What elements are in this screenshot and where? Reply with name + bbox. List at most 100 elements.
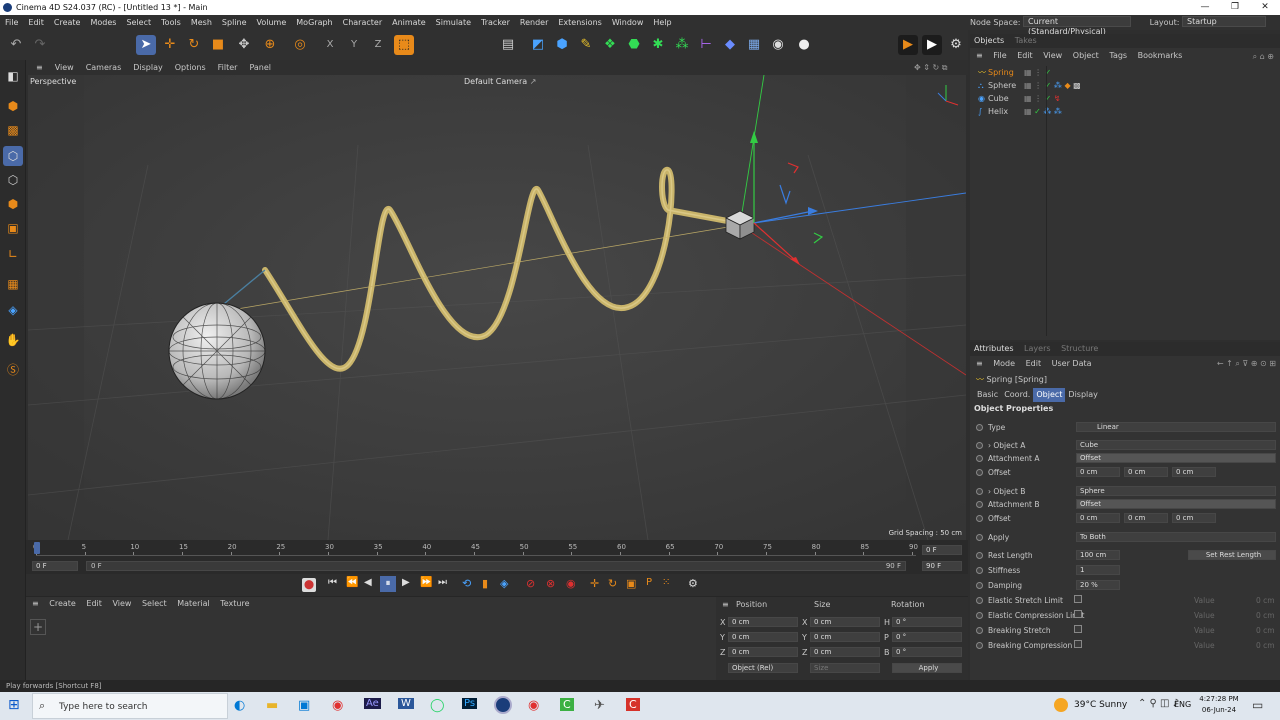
menu-character[interactable]: Character bbox=[338, 15, 388, 30]
anim-dot-icon[interactable] bbox=[976, 501, 983, 508]
file-explorer-icon[interactable]: ▬ bbox=[266, 698, 278, 713]
floor-icon[interactable]: ▦ bbox=[744, 35, 764, 55]
light-icon[interactable]: ● bbox=[794, 35, 814, 55]
menu-select[interactable]: Select bbox=[121, 15, 156, 30]
viewport-menu-filter[interactable]: Filter bbox=[212, 60, 244, 75]
subtab-basic[interactable]: Basic bbox=[974, 388, 1001, 402]
keyframe-selection-icon[interactable]: ⊗ bbox=[546, 577, 555, 590]
whatsapp-icon[interactable]: ◯ bbox=[430, 698, 445, 713]
object-row-cube[interactable]: ◉ Cube ▦ ⋮ ✓ ↯ bbox=[974, 92, 1276, 105]
texture-mode-icon[interactable]: ▩ bbox=[3, 120, 23, 140]
offset-b-x-field[interactable]: 0 cm bbox=[1076, 513, 1120, 523]
anim-dot-icon[interactable] bbox=[976, 455, 983, 462]
key-param-icon[interactable]: P bbox=[646, 577, 652, 588]
attributes-nav-icons[interactable]: ← ↑ ⌕ ⊽ ⊕ ⊙ ⊞ bbox=[1217, 356, 1276, 372]
range-slider[interactable]: 0 F 90 F bbox=[86, 561, 906, 571]
menu-render[interactable]: Render bbox=[515, 15, 553, 30]
pen-tool-icon[interactable]: ✎ bbox=[576, 35, 596, 55]
next-key-icon[interactable]: ⏩ bbox=[420, 577, 432, 588]
visibility-icon[interactable]: ▦ ⋮ ✓ ⁂ ◆ ▩ bbox=[1024, 79, 1081, 92]
menu-help[interactable]: Help bbox=[648, 15, 676, 30]
coord-apply-button[interactable]: Apply bbox=[892, 663, 962, 673]
tab-attributes[interactable]: Attributes bbox=[974, 344, 1014, 353]
object-a-link-field[interactable]: Cube bbox=[1076, 440, 1276, 450]
offset-a-z-field[interactable]: 0 cm bbox=[1172, 467, 1216, 477]
app-icon[interactable]: ✈ bbox=[594, 698, 605, 713]
elastic-compression-limit-checkbox[interactable] bbox=[1074, 610, 1082, 618]
anim-dot-icon[interactable] bbox=[976, 552, 983, 559]
menu-tracker[interactable]: Tracker bbox=[476, 15, 515, 30]
render-settings-icon[interactable]: ⚙ bbox=[946, 35, 966, 55]
subdivision-surface-icon[interactable]: ❖ bbox=[600, 35, 620, 55]
visibility-icon[interactable]: ▦ ⋮ ✓ ↯ bbox=[1024, 92, 1061, 105]
size-x-field[interactable]: 0 cm bbox=[810, 617, 880, 627]
anim-dot-icon[interactable] bbox=[976, 612, 983, 619]
cinema4d-taskbar-icon[interactable] bbox=[494, 696, 512, 714]
tab-layers[interactable]: Layers bbox=[1024, 344, 1050, 353]
coord-mode-dropdown[interactable]: Object (Rel) bbox=[728, 663, 798, 673]
loop-icon[interactable]: ⟲ bbox=[462, 577, 471, 590]
anim-dot-icon[interactable] bbox=[976, 534, 983, 541]
extrude-icon[interactable]: ⬣ bbox=[624, 35, 644, 55]
move-tool-icon[interactable]: ✛ bbox=[160, 35, 180, 55]
timeline-ruler[interactable]: 051015202530354045505560657075808590 bbox=[33, 543, 918, 556]
key-rotation-icon[interactable]: ↻ bbox=[608, 577, 617, 590]
material-hamburger-icon[interactable]: ≡ bbox=[32, 599, 39, 608]
objects-menu-edit[interactable]: Edit bbox=[1017, 51, 1033, 60]
recorder-icon[interactable]: C bbox=[626, 698, 640, 711]
end-frame-field[interactable]: 90 F bbox=[922, 561, 962, 571]
timeline-playhead[interactable] bbox=[34, 542, 40, 554]
spline-pen-icon[interactable]: ◩ bbox=[528, 35, 548, 55]
objects-menu-object[interactable]: Object bbox=[1073, 51, 1099, 60]
motion-system-icon[interactable]: ◈ bbox=[500, 577, 508, 590]
subtab-display[interactable]: Display bbox=[1065, 388, 1101, 402]
objects-menu-bookmarks[interactable]: Bookmarks bbox=[1138, 51, 1183, 60]
viewport-menu-view[interactable]: View bbox=[49, 60, 80, 75]
x-axis-lock-icon[interactable]: X bbox=[320, 35, 340, 55]
notifications-icon[interactable]: ▭ bbox=[1252, 698, 1263, 712]
menu-volume[interactable]: Volume bbox=[252, 15, 292, 30]
coord-hamburger-icon[interactable]: ≡ bbox=[722, 600, 729, 609]
sphere-object[interactable] bbox=[168, 302, 266, 400]
tray-icons[interactable]: ⌃ ⚲ ◫ ♪ bbox=[1138, 698, 1179, 709]
timeline-settings-icon[interactable]: ⚙ bbox=[688, 577, 698, 590]
objects-menu-tags[interactable]: Tags bbox=[1109, 51, 1127, 60]
object-row-sphere[interactable]: ⛬ Sphere ▦ ⋮ ✓ ⁂ ◆ ▩ bbox=[974, 79, 1276, 92]
layout-dropdown[interactable]: Startup bbox=[1182, 16, 1266, 27]
node-space-dropdown[interactable]: Current (Standard/Physical) bbox=[1023, 16, 1132, 36]
menu-modes[interactable]: Modes bbox=[85, 15, 121, 30]
uv-mode-icon[interactable]: ▣ bbox=[3, 218, 23, 238]
visibility-icon[interactable]: ▦ ✓ ⁂ ⁂ bbox=[1024, 105, 1062, 118]
attributes-hamburger-icon[interactable]: ≡ bbox=[976, 359, 983, 368]
scale-tool-icon[interactable]: ■ bbox=[208, 35, 228, 55]
anim-dot-icon[interactable] bbox=[976, 469, 983, 476]
polygons-mode-icon[interactable]: ⬢ bbox=[3, 194, 23, 214]
start-frame-field[interactable]: 0 F bbox=[32, 561, 78, 571]
field-icon[interactable]: ◆ bbox=[720, 35, 740, 55]
tab-structure[interactable]: Structure bbox=[1061, 344, 1098, 353]
material-menu-view[interactable]: View bbox=[112, 599, 131, 608]
spline-icon[interactable]: Ⓢ bbox=[3, 360, 23, 380]
camtasia-icon[interactable]: C bbox=[560, 698, 574, 711]
prev-key-icon[interactable]: ⏪ bbox=[346, 577, 358, 588]
attributes-menu-edit[interactable]: Edit bbox=[1026, 359, 1042, 368]
rotate-tool-icon[interactable]: ↻ bbox=[184, 35, 204, 55]
menu-tools[interactable]: Tools bbox=[156, 15, 186, 30]
model-mode-icon[interactable]: ⬢ bbox=[3, 96, 23, 116]
size-mode-dropdown[interactable]: Size bbox=[810, 663, 880, 673]
damping-field[interactable]: 20 % bbox=[1076, 580, 1120, 590]
taskbar-search-box[interactable]: ⌕ Type here to search bbox=[32, 693, 228, 719]
mograph-icon[interactable]: ⁂ bbox=[672, 35, 692, 55]
axis-mode-icon[interactable]: ∟ bbox=[3, 244, 23, 264]
attributes-menu-mode[interactable]: Mode bbox=[993, 359, 1015, 368]
objects-menu-view[interactable]: View bbox=[1043, 51, 1062, 60]
menu-simulate[interactable]: Simulate bbox=[431, 15, 476, 30]
material-menu-texture[interactable]: Texture bbox=[220, 599, 249, 608]
stiffness-field[interactable]: 1 bbox=[1076, 565, 1120, 575]
record-keys-icon[interactable]: ⬤ bbox=[302, 578, 316, 592]
camera-icon[interactable]: ◉ bbox=[768, 35, 788, 55]
deformer-icon[interactable]: ⊢ bbox=[696, 35, 716, 55]
material-menu-edit[interactable]: Edit bbox=[86, 599, 102, 608]
chrome-profile-icon[interactable]: ◉ bbox=[528, 698, 539, 713]
visibility-icon[interactable]: ▦ ⋮ ✓ bbox=[1024, 66, 1051, 79]
